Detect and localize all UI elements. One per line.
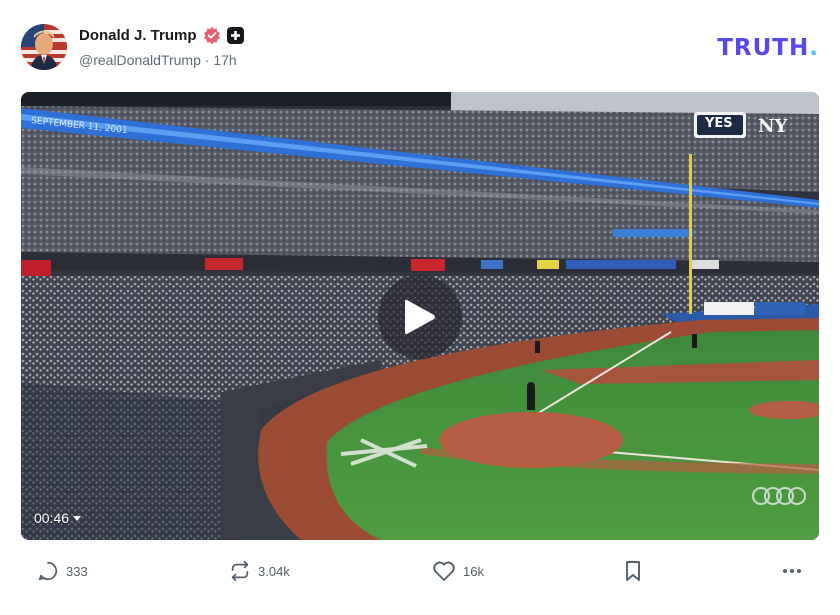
logo-dot: . (809, 35, 819, 61)
heart-icon (433, 561, 455, 581)
action-bar: 333 3.04k 16k (21, 560, 819, 590)
more-options-button[interactable] (781, 560, 803, 582)
duration-text: 00:46 (34, 510, 70, 526)
like-count: 16k (463, 563, 484, 579)
author-handle[interactable]: @realDonaldTrump (79, 52, 201, 68)
video-duration: 00:46 (34, 510, 82, 526)
name-row: Donald J. Trump (79, 26, 244, 44)
more-icon (783, 569, 801, 573)
bookmark-icon (626, 561, 640, 581)
caret-icon (73, 516, 82, 521)
play-icon (405, 299, 435, 335)
post-header: Donald J. Trump @realDonaldTrump · 17h T… (21, 24, 819, 74)
bookmark-button[interactable] (623, 560, 643, 582)
comment-icon (38, 561, 58, 581)
avatar[interactable] (21, 24, 67, 70)
like-button[interactable]: 16k (432, 560, 484, 582)
play-button[interactable] (378, 275, 462, 359)
verified-badge-icon (203, 26, 220, 44)
reply-count: 333 (66, 563, 88, 579)
separator: · (204, 52, 210, 68)
team-logo-text: NY (758, 116, 788, 137)
plus-badge-icon (226, 26, 244, 44)
reply-button[interactable]: 333 (37, 560, 88, 582)
repost-icon (231, 560, 249, 582)
retruth-count: 3.04k (258, 563, 290, 579)
video-player[interactable]: SEPTEMBER 11, 2001 NY YES 00:46 (21, 92, 819, 540)
author-name[interactable]: Donald J. Trump (79, 27, 197, 44)
truth-social-logo[interactable]: TRUTH. (717, 35, 819, 61)
logo-text: TRUTH (717, 35, 810, 61)
handle-row: @realDonaldTrump · 17h (79, 52, 237, 68)
network-bug: YES (705, 116, 733, 131)
retruth-button[interactable]: 3.04k (229, 560, 290, 582)
post-timestamp[interactable]: 17h (213, 52, 236, 68)
